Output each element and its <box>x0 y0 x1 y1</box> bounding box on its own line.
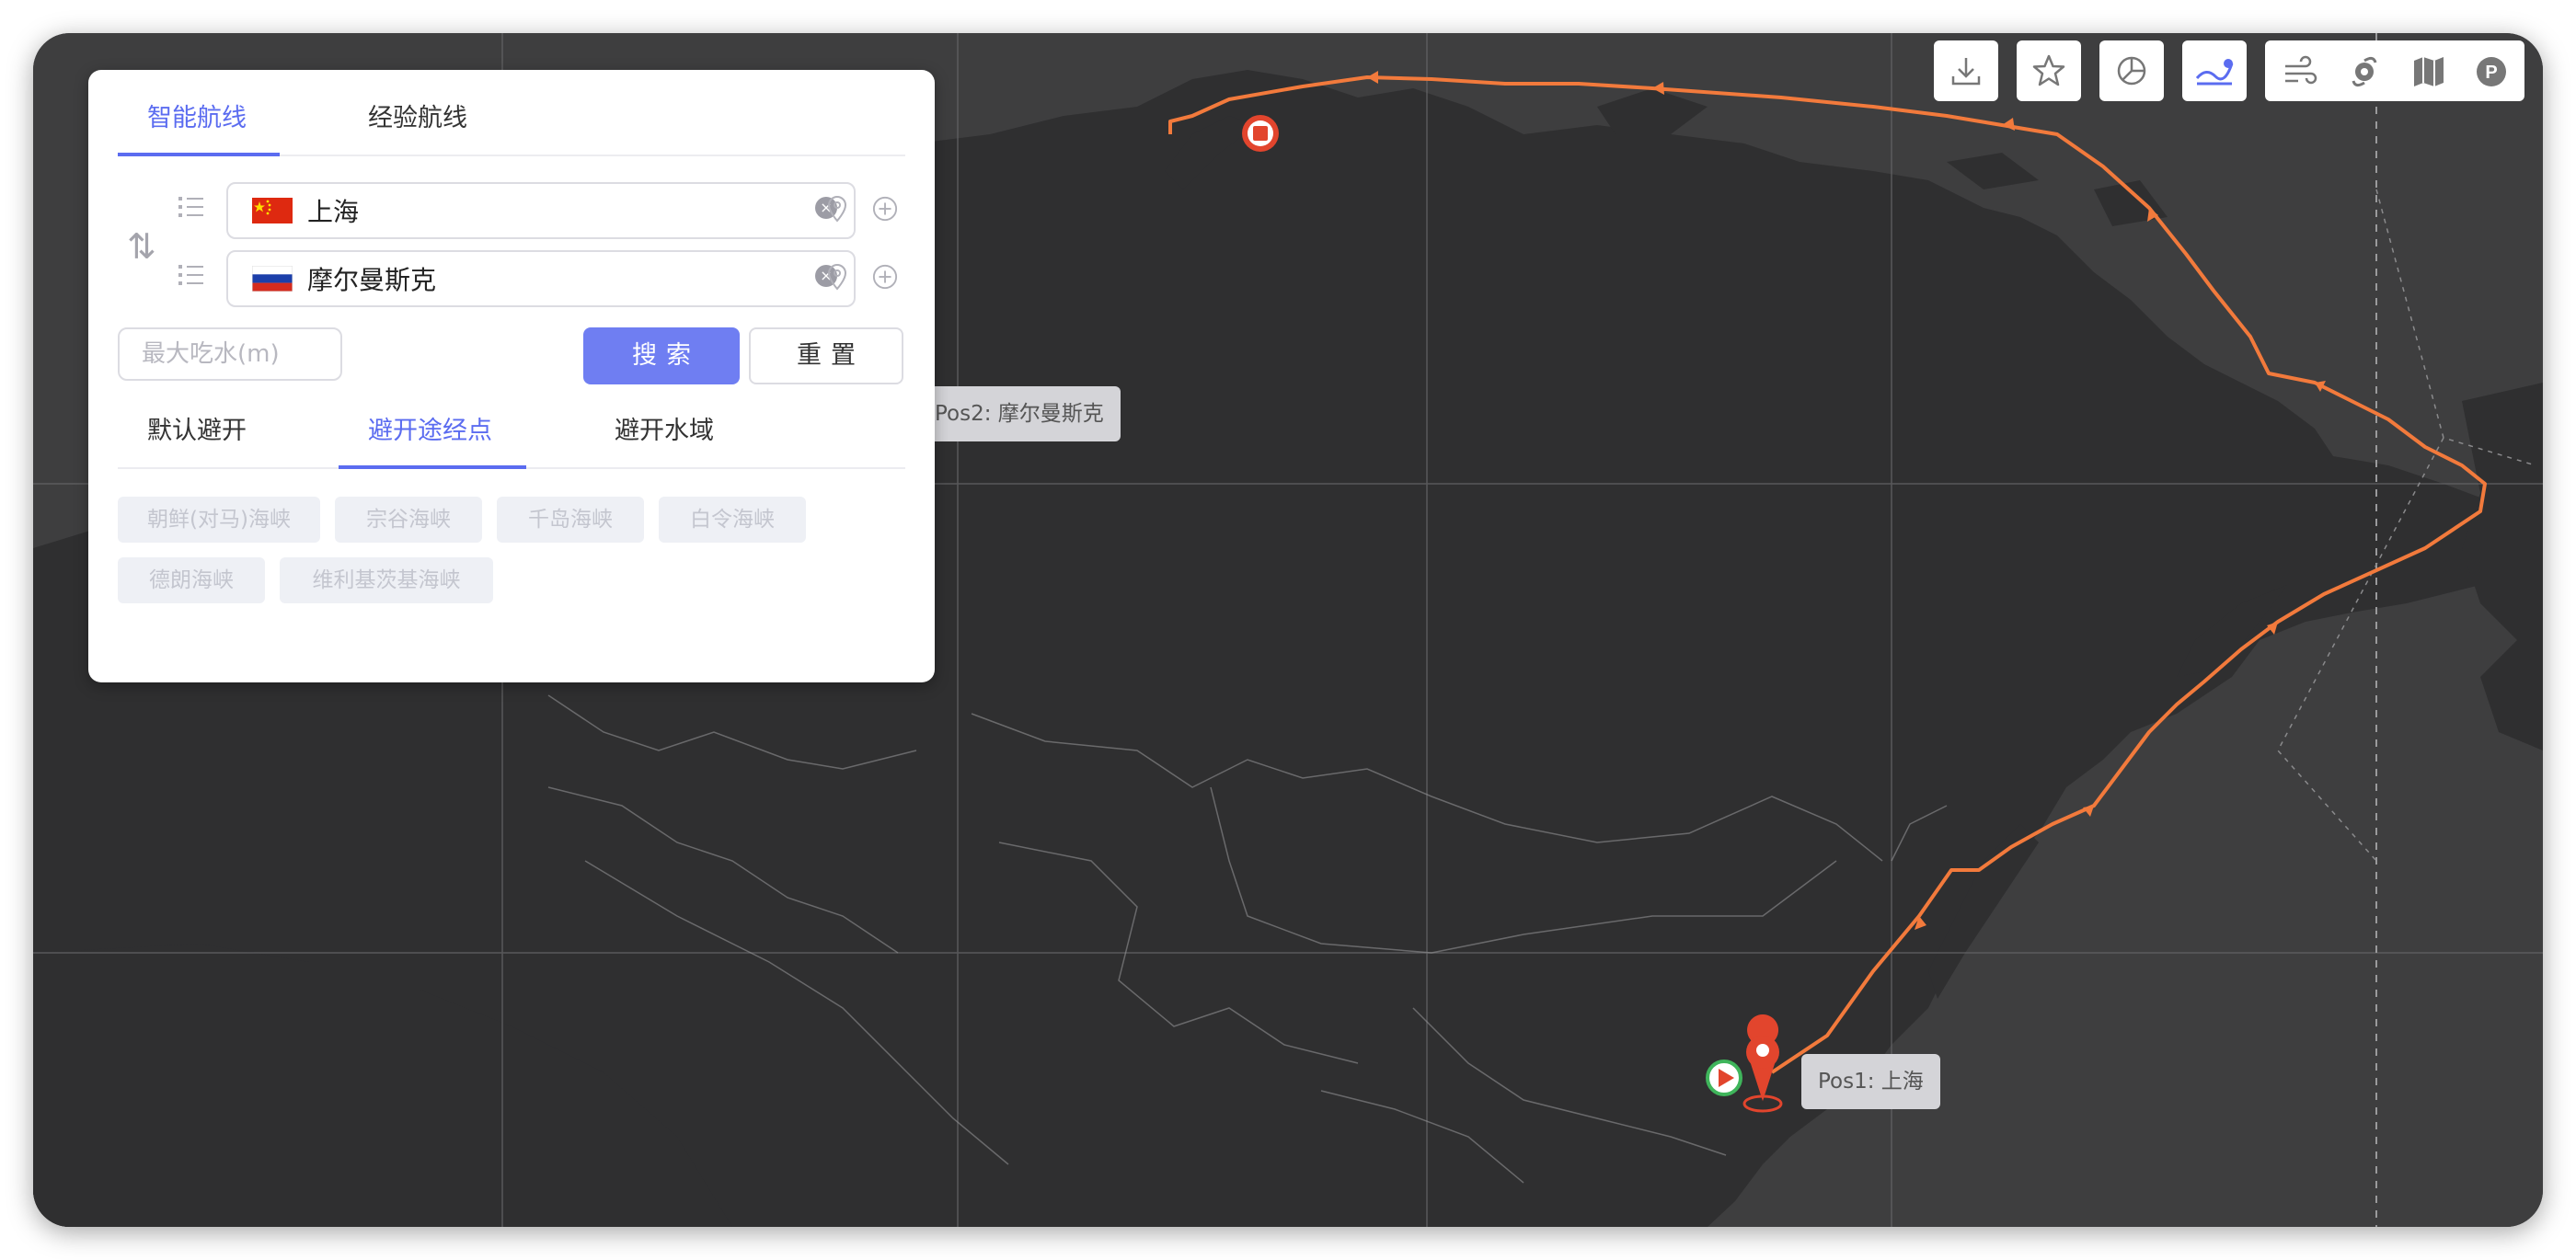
layer-toolbar: P <box>2265 40 2524 101</box>
location-pin-icon[interactable] <box>824 263 850 291</box>
waypoint-chip[interactable]: 德朗海峡 <box>118 557 265 603</box>
download-button[interactable] <box>1934 40 1998 101</box>
svg-text:P: P <box>2485 63 2497 83</box>
active-tab-underline <box>118 153 280 156</box>
wind-icon[interactable] <box>2282 53 2318 90</box>
typhoon-icon[interactable] <box>2346 53 2383 90</box>
search-button[interactable]: 搜索 <box>583 327 740 384</box>
favorite-button[interactable] <box>2017 40 2081 101</box>
destination-port-field[interactable]: 摩尔曼斯克 × <box>226 250 856 307</box>
pie-chart-icon <box>2117 56 2146 86</box>
waypoint-chip[interactable]: 千岛海峡 <box>497 497 644 543</box>
location-pin-icon[interactable] <box>824 195 850 223</box>
origin-port-value: 上海 <box>307 197 360 227</box>
waypoint-chip[interactable]: 朝鲜(对马)海峡 <box>118 497 320 543</box>
waypoint-chip[interactable]: 维利基茨基海峡 <box>280 557 493 603</box>
route-icon <box>2195 59 2234 86</box>
tab-smart-route[interactable]: 智能航线 <box>147 97 247 133</box>
route-mode-tabs: 智能航线 经验航线 <box>118 70 905 156</box>
russia-flag-icon <box>252 266 293 292</box>
tab-avoid-waypoints[interactable]: 避开途经点 <box>368 410 492 446</box>
origin-port-field[interactable]: 上海 × <box>226 182 856 239</box>
end-marker[interactable] <box>1242 115 1279 152</box>
max-draft-input[interactable]: 最大吃水(m) <box>118 327 342 381</box>
active-avoid-tab-underline <box>339 465 526 469</box>
parking-icon[interactable]: P <box>2473 53 2510 90</box>
add-waypoint-icon[interactable] <box>872 263 898 291</box>
swap-ports-icon[interactable]: ⇅ <box>127 226 156 267</box>
tab-avoid-waters[interactable]: 避开水域 <box>615 410 714 446</box>
waypoint-chip[interactable]: 宗谷海峡 <box>335 497 482 543</box>
china-flag-icon <box>252 198 293 223</box>
route-planner-panel: 智能航线 经验航线 ⇅ 上海 × 摩尔曼斯克 × 最大吃水(m) 搜索 重置 默… <box>88 70 935 682</box>
statistics-button[interactable] <box>2099 40 2164 101</box>
start-port-label: Pos1: 上海 <box>1801 1054 1940 1109</box>
tab-default-avoid[interactable]: 默认避开 <box>147 410 247 446</box>
drag-list-icon[interactable] <box>178 263 204 287</box>
reset-button[interactable]: 重置 <box>749 327 903 384</box>
download-icon <box>1951 58 1981 86</box>
star-icon <box>2032 54 2065 86</box>
waypoint-chip[interactable]: 白令海峡 <box>659 497 806 543</box>
tab-experience-route[interactable]: 经验航线 <box>368 97 467 133</box>
drag-list-icon[interactable] <box>178 195 204 219</box>
map-icon[interactable] <box>2410 53 2447 90</box>
route-planning-button[interactable] <box>2182 40 2247 101</box>
map-view[interactable]: Pos1: 上海 Pos2: 摩尔曼斯克 智能航线 经验航线 ⇅ 上海 × 摩尔… <box>33 33 2543 1227</box>
destination-port-value: 摩尔曼斯克 <box>307 265 437 295</box>
avoid-tabs: 默认避开 避开途经点 避开水域 <box>118 397 905 469</box>
add-waypoint-icon[interactable] <box>872 195 898 223</box>
